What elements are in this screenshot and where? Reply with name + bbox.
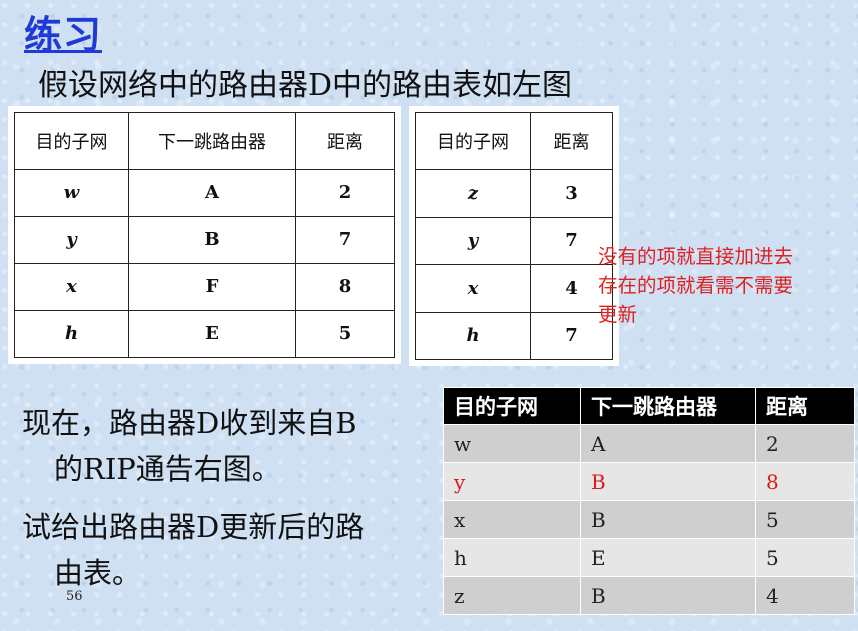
cell-destination: h xyxy=(443,538,581,577)
cell-destination: x xyxy=(443,500,581,539)
table-row: w A 2 xyxy=(443,424,855,463)
table-row: x B 5 xyxy=(443,500,855,539)
cell-next-hop: E xyxy=(580,538,756,577)
table-header-row: 目的子网 下一跳路由器 距离 xyxy=(443,387,855,425)
cell-destination: y xyxy=(443,462,581,501)
slide-title: 练习 xyxy=(24,13,103,57)
cell-next-hop: F xyxy=(128,262,296,311)
question-paragraph-2: 试给出路由器D更新后的路 由表。 xyxy=(22,504,364,596)
cell-next-hop: A xyxy=(580,424,756,463)
table-row: y 7 xyxy=(415,216,613,266)
cell-distance: 8 xyxy=(295,262,395,311)
table-header-row: 目的子网 距离 xyxy=(415,111,613,171)
table-row: x 4 xyxy=(415,264,613,313)
table-row: w A 2 xyxy=(14,168,395,217)
annotation-line: 更新 xyxy=(598,303,638,326)
page-number: 56 xyxy=(66,589,83,604)
cell-destination: h xyxy=(415,311,531,361)
cell-distance: 2 xyxy=(755,424,855,463)
table-row: z B 4 xyxy=(443,576,855,615)
text-line: 现在，路由器D收到来自B xyxy=(22,406,357,440)
cell-destination: z xyxy=(415,169,531,218)
cell-next-hop: A xyxy=(128,168,296,217)
red-annotation: 没有的项就直接加进去 存在的项就看需不需要 更新 xyxy=(598,242,848,329)
header-distance: 距离 xyxy=(295,112,395,170)
cell-distance: 5 xyxy=(755,538,855,577)
header-destination: 目的子网 xyxy=(14,112,129,170)
slide-subtitle: 假设网络中的路由器D中的路由表如左图 xyxy=(38,68,573,103)
table-row: x F 8 xyxy=(14,262,395,311)
cell-distance: 5 xyxy=(755,500,855,539)
cell-destination: h xyxy=(14,309,129,359)
table-row: y B 7 xyxy=(14,215,395,264)
annotation-line: 没有的项就直接加进去 xyxy=(598,245,794,268)
cell-destination: w xyxy=(14,168,129,217)
table-row: h 7 xyxy=(415,311,613,361)
text-line: 的RIP通告右图。 xyxy=(54,452,281,486)
cell-destination: z xyxy=(443,576,581,615)
table-row-highlighted: y B 8 xyxy=(443,462,855,501)
table-header-row: 目的子网 下一跳路由器 距离 xyxy=(14,112,395,170)
cell-destination: y xyxy=(415,216,531,266)
question-paragraph-1: 现在，路由器D收到来自B 的RIP通告右图。 xyxy=(22,400,357,492)
cell-next-hop: B xyxy=(128,215,296,264)
header-destination: 目的子网 xyxy=(415,111,531,171)
header-destination: 目的子网 xyxy=(443,387,581,425)
router-d-table-panel: 目的子网 下一跳路由器 距离 w A 2 y B 7 x F 8 h E 5 xyxy=(8,106,401,364)
header-next-hop: 下一跳路由器 xyxy=(128,112,296,170)
cell-distance: 7 xyxy=(295,215,395,264)
cell-destination: x xyxy=(14,262,129,311)
text-line: 试给出路由器D更新后的路 xyxy=(22,510,365,544)
header-next-hop: 下一跳路由器 xyxy=(580,387,756,425)
annotation-line: 存在的项就看需不需要 xyxy=(598,274,794,297)
rip-advert-table-panel: 目的子网 距离 z 3 y 7 x 4 h 7 xyxy=(409,106,619,366)
cell-distance: 4 xyxy=(755,576,855,615)
cell-next-hop: B xyxy=(580,462,756,501)
cell-distance: 3 xyxy=(530,169,613,218)
table-row: h E 5 xyxy=(14,309,395,359)
cell-next-hop: B xyxy=(580,576,756,615)
updated-routing-table: 目的子网 下一跳路由器 距离 w A 2 y B 8 x B 5 h E 5 z… xyxy=(443,387,855,615)
header-distance: 距离 xyxy=(530,111,613,171)
table-row: z 3 xyxy=(415,169,613,218)
table-row: h E 5 xyxy=(443,538,855,577)
cell-destination: w xyxy=(443,424,581,463)
cell-next-hop: E xyxy=(128,309,296,359)
cell-destination: y xyxy=(14,215,129,264)
cell-distance: 2 xyxy=(295,168,395,217)
router-d-routing-table: 目的子网 下一跳路由器 距离 w A 2 y B 7 x F 8 h E 5 xyxy=(14,112,395,359)
header-distance: 距离 xyxy=(755,387,855,425)
cell-destination: x xyxy=(415,264,531,313)
rip-advertisement-table: 目的子网 距离 z 3 y 7 x 4 h 7 xyxy=(415,111,613,361)
cell-distance: 8 xyxy=(755,462,855,501)
cell-distance: 5 xyxy=(295,309,395,359)
cell-next-hop: B xyxy=(580,500,756,539)
